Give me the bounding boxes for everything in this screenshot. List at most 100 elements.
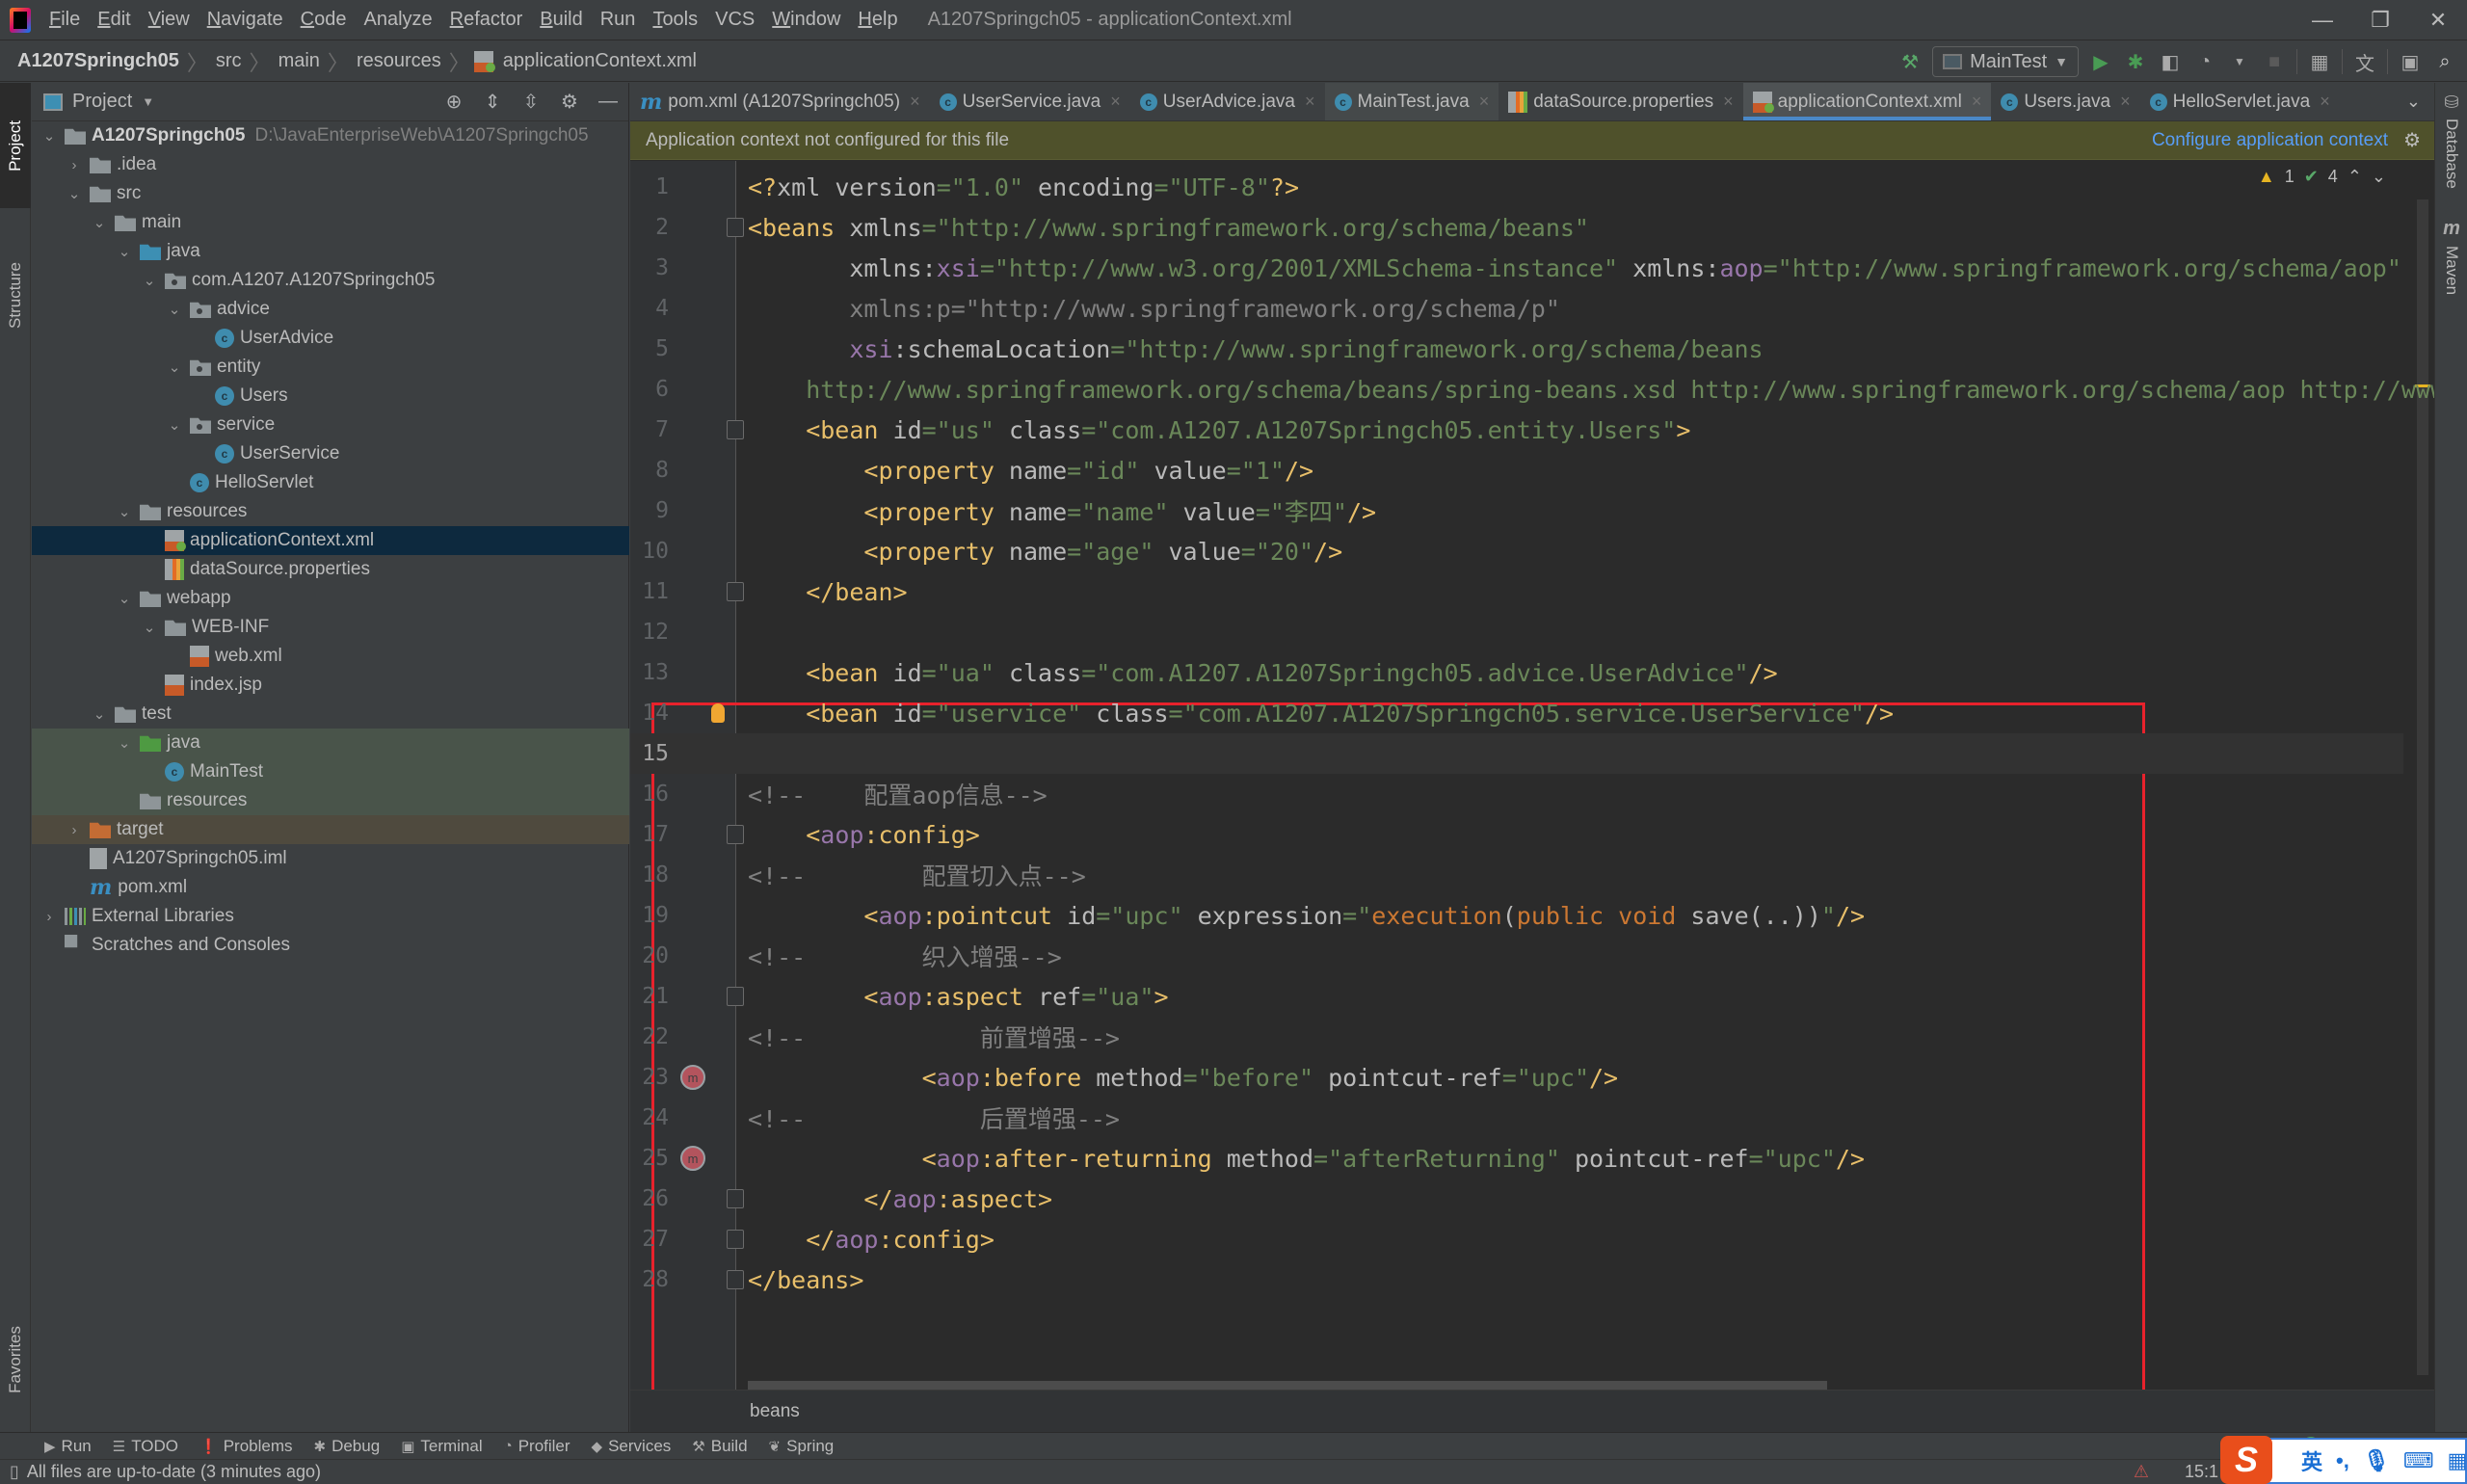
ime-toolbar[interactable]: S 英 •, 🎙 ⌨ ▦ — [2220, 1436, 2467, 1484]
ime-punctuation[interactable]: •, — [2336, 1448, 2349, 1473]
tool-window-todo[interactable]: ☰ TODO — [113, 1437, 178, 1456]
breadcrumb-item[interactable]: resources — [353, 50, 445, 72]
code-line[interactable]: 2 <beans xmlns="http://www.springframewor… — [630, 207, 2403, 248]
code-line[interactable]: 9 <property name="name" value="李四"/> — [630, 490, 2403, 531]
advice-method-icon[interactable]: m — [680, 1065, 705, 1090]
build-hammer-icon[interactable]: ⚒ — [1897, 49, 1923, 74]
tool-window-profiler[interactable]: ◔ Profiler — [504, 1437, 570, 1456]
tree-item[interactable]: › .idea — [32, 150, 629, 179]
code-line[interactable]: 25 <aop:after-returning method="afterRet… — [630, 1138, 2403, 1179]
project-tool-tab[interactable]: Project — [0, 83, 31, 208]
breadcrumb-item[interactable]: applicationContext.xml — [499, 50, 701, 72]
menu-analyze[interactable]: Analyze — [355, 9, 440, 31]
chevron-right-icon[interactable]: › — [40, 909, 59, 925]
close-tab-icon[interactable]: × — [1305, 92, 1315, 112]
apps-grid-icon[interactable]: ▦ — [2448, 1448, 2467, 1473]
code-line[interactable]: 8 <property name="id" value="1"/> — [630, 450, 2403, 490]
fold-marker-icon[interactable] — [727, 420, 744, 439]
editor-tab[interactable]: c UserAdvice.java × — [1130, 83, 1325, 120]
structure-tool-tab[interactable]: Structure — [0, 213, 31, 377]
ime-language-mode[interactable]: 英 — [2301, 1445, 2322, 1476]
close-tab-icon[interactable]: × — [2320, 92, 2330, 112]
tree-item[interactable]: web.xml — [32, 642, 629, 671]
code-line[interactable]: 3 xmlns:xsi="http://www.w3.org/2001/XMLS… — [630, 248, 2403, 288]
breadcrumb-item[interactable]: src — [212, 50, 246, 72]
gear-icon[interactable]: ⚙ — [557, 89, 582, 114]
menu-run[interactable]: Run — [592, 9, 645, 31]
code-line[interactable]: 13 <bean id="ua" class="com.A1207.A1207S… — [630, 652, 2403, 693]
caret-position[interactable]: 15:1 — [2185, 1462, 2218, 1482]
menu-window[interactable]: Window — [763, 9, 849, 31]
tree-item[interactable]: c MainTest — [32, 757, 629, 786]
code-line[interactable]: 24 <!-- 后置增强--> — [630, 1098, 2403, 1138]
debug-bug-icon[interactable]: ✱ — [2123, 49, 2148, 74]
menu-navigate[interactable]: Navigate — [199, 9, 292, 31]
tree-item[interactable]: ⌄ src — [32, 179, 629, 208]
tool-window-run[interactable]: ▶ Run — [44, 1437, 92, 1456]
close-tab-icon[interactable]: × — [910, 92, 920, 112]
code-line[interactable]: 5 xsi:schemaLocation="http://www.springf… — [630, 329, 2403, 369]
run-with-coverage-icon[interactable]: ◧ — [2158, 49, 2183, 74]
tree-item[interactable]: m pom.xml — [32, 873, 629, 902]
project-panel-title[interactable]: Project — [72, 91, 132, 113]
close-tab-icon[interactable]: × — [1479, 92, 1490, 112]
tool-window-problems[interactable]: ❗ Problems — [199, 1437, 293, 1456]
run-configuration-select[interactable]: MainTest ▼ — [1932, 46, 2079, 77]
code-line[interactable]: 26 </aop:aspect> — [630, 1179, 2403, 1219]
menu-file[interactable]: File — [40, 9, 89, 31]
chevron-down-icon[interactable]: ⌄ — [90, 214, 109, 231]
configure-context-link[interactable]: Configure application context — [2152, 130, 2388, 151]
tree-item[interactable]: ⌄ webapp — [32, 584, 629, 613]
chevron-down-icon[interactable]: ▼ — [142, 94, 154, 109]
tree-item[interactable]: resources — [32, 786, 629, 815]
hide-panel-icon[interactable]: — — [596, 89, 621, 114]
database-tool-tab[interactable]: ⛁ Database — [2435, 93, 2467, 189]
close-tab-icon[interactable]: × — [2120, 92, 2131, 112]
close-tab-icon[interactable]: × — [1110, 92, 1121, 112]
code-line[interactable]: 21 <aop:aspect ref="ua"> — [630, 976, 2403, 1017]
tree-item[interactable]: A1207Springch05.iml — [32, 844, 629, 873]
menu-vcs[interactable]: VCS — [706, 9, 763, 31]
tree-item[interactable]: dataSource.properties — [32, 555, 629, 584]
chevron-down-icon[interactable]: ⌄ — [165, 416, 184, 434]
chevron-down-icon[interactable]: ⌄ — [90, 705, 109, 723]
chevron-down-icon[interactable]: ⌄ — [115, 243, 134, 260]
restore-button[interactable]: ❐ — [2351, 0, 2409, 40]
close-tab-icon[interactable]: × — [1972, 92, 1982, 112]
editor-tab[interactable]: c MainTest.java × — [1324, 83, 1499, 120]
chevron-down-icon[interactable]: ⌄ — [65, 185, 84, 202]
tree-item[interactable]: c HelloServlet — [32, 468, 629, 497]
tree-item[interactable]: applicationContext.xml — [32, 526, 629, 555]
maven-tool-tab[interactable]: m Maven — [2435, 218, 2467, 295]
breadcrumb-item[interactable]: A1207Springch05 — [0, 50, 183, 72]
menu-build[interactable]: Build — [531, 9, 591, 31]
tree-item[interactable]: Scratches and Consoles — [32, 931, 629, 960]
code-line[interactable]: 16 <!-- 配置aop信息--> — [630, 774, 2403, 814]
run-icon[interactable]: ▶ — [2088, 49, 2113, 74]
code-line[interactable]: 19 <aop:pointcut id="upc" expression="ex… — [630, 895, 2403, 936]
tool-window-spring[interactable]: ❦ Spring — [769, 1437, 835, 1456]
chevron-right-icon[interactable]: › — [65, 822, 84, 838]
menu-view[interactable]: View — [140, 9, 199, 31]
editor-tab[interactable]: dataSource.properties × — [1499, 83, 1742, 120]
code-line[interactable]: 17 <aop:config> — [630, 814, 2403, 855]
chevron-down-icon[interactable]: ⌄ — [165, 358, 184, 376]
fold-marker-icon[interactable] — [727, 825, 744, 844]
code-line[interactable]: 11 </bean> — [630, 571, 2403, 612]
more-tabs-chevron-icon[interactable]: ⌄ — [2393, 83, 2434, 120]
editor-tab[interactable]: c Users.java × — [1991, 83, 2139, 120]
fold-marker-icon[interactable] — [727, 987, 744, 1006]
stop-icon[interactable]: ■ — [2262, 49, 2287, 74]
fold-marker-icon[interactable] — [727, 1189, 744, 1208]
advice-method-icon[interactable]: m — [680, 1146, 705, 1171]
menu-code[interactable]: Code — [292, 9, 356, 31]
chevron-down-icon[interactable]: ⌄ — [165, 301, 184, 318]
code-line[interactable]: 27 </aop:config> — [630, 1219, 2403, 1259]
minimize-button[interactable]: — — [2294, 0, 2351, 40]
tree-item[interactable]: ⌄ com.A1207.A1207Springch05 — [32, 266, 629, 295]
expand-all-icon[interactable]: ⇕ — [480, 89, 505, 114]
menu-tools[interactable]: Tools — [644, 9, 706, 31]
tree-item[interactable]: ⌄ java — [32, 237, 629, 266]
error-report-icon[interactable]: ⚠ — [2134, 1462, 2149, 1482]
chevron-down-icon[interactable]: ⌄ — [140, 272, 159, 289]
